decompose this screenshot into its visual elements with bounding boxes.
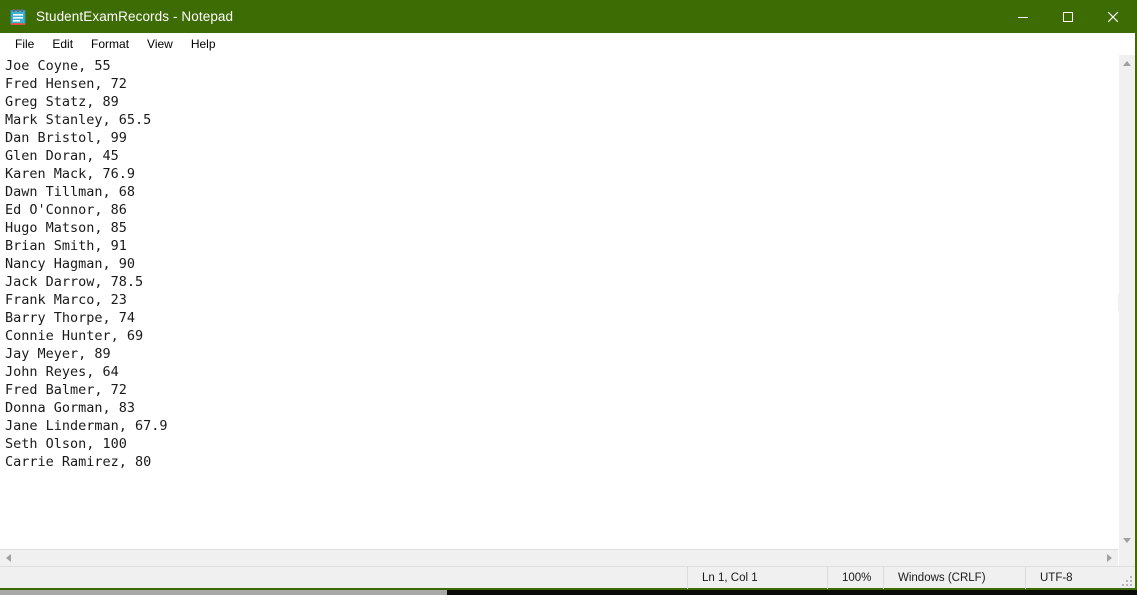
vertical-scrollbar[interactable] xyxy=(1118,55,1135,566)
notepad-window: StudentExamRecords - Notepad File Edit F… xyxy=(0,0,1137,590)
text-line: Connie Hunter, 69 xyxy=(5,328,144,344)
status-encoding[interactable]: UTF-8 xyxy=(1025,566,1135,589)
minimize-button[interactable] xyxy=(1000,0,1045,33)
menu-item-format[interactable]: Format xyxy=(82,35,138,53)
text-line: Glen Doran, 45 xyxy=(5,148,119,164)
resize-grip-icon[interactable] xyxy=(1121,575,1132,586)
status-line-ending[interactable]: Windows (CRLF) xyxy=(883,566,1025,589)
maximize-button[interactable] xyxy=(1045,0,1090,33)
text-line: Ed O'Connor, 86 xyxy=(5,202,127,218)
menu-item-help[interactable]: Help xyxy=(182,35,225,53)
text-line: Donna Gorman, 83 xyxy=(5,400,136,416)
scroll-left-arrow[interactable] xyxy=(0,550,17,567)
text-line: Nancy Hagman, 90 xyxy=(5,256,136,272)
text-line: Dawn Tillman, 68 xyxy=(5,184,136,200)
text-line: Frank Marco, 23 xyxy=(5,292,127,308)
text-line: Brian Smith, 91 xyxy=(5,238,127,254)
maximize-icon xyxy=(1062,11,1073,22)
text-line: Karen Mack, 76.9 xyxy=(5,166,136,182)
menu-item-edit[interactable]: Edit xyxy=(43,35,82,53)
text-line: Dan Bristol, 99 xyxy=(5,130,127,146)
scroll-right-arrow[interactable] xyxy=(1101,550,1118,567)
menu-item-file[interactable]: File xyxy=(6,35,43,53)
minimize-icon xyxy=(1017,16,1028,18)
text-editor[interactable]: Joe Coyne, 55 Fred Hensen, 72 Greg Statz, … xyxy=(0,55,1118,549)
scrollbar-corner xyxy=(1118,293,1135,311)
text-line: Greg Statz, 89 xyxy=(5,94,119,110)
menu-item-view[interactable]: View xyxy=(138,35,182,53)
editor-body: Joe Coyne, 55 Fred Hensen, 72 Greg Statz, … xyxy=(0,55,1135,566)
taskbar-sliver-right xyxy=(447,590,1137,595)
taskbar-sliver-left xyxy=(0,590,447,595)
text-line: Jack Darrow, 78.5 xyxy=(5,274,144,290)
text-line: John Reyes, 64 xyxy=(5,364,119,380)
text-line: Barry Thorpe, 74 xyxy=(5,310,136,326)
close-button[interactable] xyxy=(1090,0,1135,33)
title-bar[interactable]: StudentExamRecords - Notepad xyxy=(0,0,1135,33)
text-line: Jay Meyer, 89 xyxy=(5,346,111,362)
text-line: Fred Hensen, 72 xyxy=(5,76,127,92)
horizontal-scrollbar[interactable] xyxy=(0,549,1118,566)
text-line: Seth Olson, 100 xyxy=(5,436,127,452)
text-line: Carrie Ramirez, 80 xyxy=(5,454,152,470)
status-cursor-position[interactable]: Ln 1, Col 1 xyxy=(687,566,827,589)
window-controls xyxy=(1000,0,1135,33)
window-title: StudentExamRecords - Notepad xyxy=(36,9,234,24)
desktop-bottom-strip xyxy=(0,590,1137,595)
close-icon xyxy=(1107,11,1118,22)
notepad-icon xyxy=(9,8,27,26)
text-line: Jane Linderman, 67.9 xyxy=(5,418,168,434)
menu-bar: File Edit Format View Help xyxy=(0,33,1135,55)
scroll-down-arrow[interactable] xyxy=(1119,532,1136,549)
text-line: Joe Coyne, 55 xyxy=(5,58,111,74)
scroll-up-arrow[interactable] xyxy=(1119,55,1136,72)
text-column: Joe Coyne, 55 Fred Hensen, 72 Greg Statz, … xyxy=(0,55,1118,566)
text-line: Fred Balmer, 72 xyxy=(5,382,127,398)
text-line: Mark Stanley, 65.5 xyxy=(5,112,152,128)
text-line: Hugo Matson, 85 xyxy=(5,220,127,236)
status-zoom-level[interactable]: 100% xyxy=(827,566,883,589)
status-bar: Ln 1, Col 1 100% Windows (CRLF) UTF-8 xyxy=(0,566,1135,589)
